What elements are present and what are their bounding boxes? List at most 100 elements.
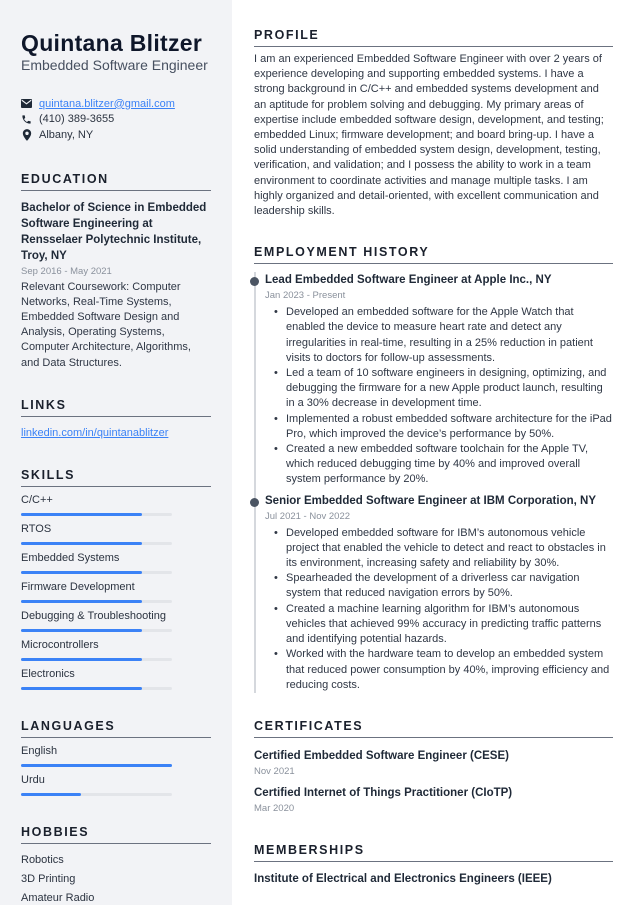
hobbies-heading: HOBBIES [21, 825, 211, 844]
candidate-name: Quintana Blitzer [21, 30, 203, 56]
certificate-title: Certified Embedded Software Engineer (CE… [254, 749, 509, 762]
education-degree: Bachelor of Science in Embedded Software… [21, 201, 207, 262]
profile-summary: I am an experienced Embedded Software En… [254, 53, 604, 218]
skill-label: Debugging & Troubleshooting [21, 609, 166, 622]
skill-level-bar [21, 570, 172, 574]
languages-list: English Urdu [21, 738, 211, 796]
map-pin-icon [21, 128, 32, 141]
skill-level-bar [21, 657, 172, 661]
skill-level-fill [21, 512, 142, 516]
timeline-dot-icon [250, 277, 259, 287]
skill-item: Electronics [21, 661, 211, 690]
education-section: EDUCATION Bachelor of Science in Embedde… [21, 172, 211, 371]
education-dates: Sep 2016 - May 2021 [21, 265, 112, 277]
job-bullet: Implemented a robust embedded software a… [274, 412, 613, 442]
linkedin-link[interactable]: linkedin.com/in/quintanablitzer [21, 427, 211, 439]
sidebar: Quintana Blitzer Embedded Software Engin… [0, 0, 232, 905]
certificate-item: Certified Internet of Things Practitione… [254, 785, 613, 816]
skill-level-bar [21, 599, 172, 603]
skill-label: C/C++ [21, 493, 53, 506]
contact-email: quintana.blitzer@gmail.com [21, 96, 211, 112]
languages-section: LANGUAGES English Urdu [21, 719, 211, 796]
candidate-title: Embedded Software Engineer [21, 57, 208, 73]
language-item: Urdu [21, 767, 211, 796]
skill-level-bar [21, 628, 172, 632]
hobby-item: Robotics [21, 853, 64, 866]
job-dates: Jul 2021 - Nov 2022 [265, 510, 351, 522]
job-dates: Jan 2023 - Present [265, 290, 346, 302]
main-content: PROFILE I am an experienced Embedded Sof… [232, 0, 640, 905]
skill-item: Microcontrollers [21, 632, 211, 661]
education-description: Relevant Coursework: Computer Networks, … [21, 280, 191, 369]
skills-section: SKILLS C/C++ RTOS Embedded Systems Firmware… [21, 468, 211, 690]
skill-item: Firmware Development [21, 574, 211, 603]
languages-heading: LANGUAGES [21, 719, 211, 738]
language-level-fill [21, 763, 172, 767]
skill-label: Electronics [21, 667, 75, 680]
hobby-item: Amateur Radio [21, 891, 95, 904]
skill-label: RTOS [21, 522, 52, 535]
skill-level-bar [21, 541, 172, 545]
skills-list: C/C++ RTOS Embedded Systems Firmware Develo… [21, 487, 211, 690]
skill-label: Firmware Development [21, 580, 135, 593]
job-title: Senior Embedded Software Engineer at IBM… [265, 494, 596, 507]
email-link[interactable]: quintana.blitzer@gmail.com [39, 98, 175, 110]
links-heading: LINKS [21, 398, 211, 417]
skill-label: Microcontrollers [21, 638, 99, 651]
language-level-bar [21, 763, 172, 767]
profile-heading: PROFILE [254, 28, 613, 47]
certificates-section: CERTIFICATES Certified Embedded Software… [254, 719, 613, 816]
profile-section: PROFILE I am an experienced Embedded Sof… [254, 28, 613, 219]
phone-icon [21, 114, 32, 125]
certificate-title: Certified Internet of Things Practitione… [254, 786, 513, 799]
membership-item: Institute of Electrical and Electronics … [254, 872, 552, 885]
skill-level-bar [21, 512, 172, 516]
skill-item: RTOS [21, 516, 211, 545]
job-bullets: Developed embedded software for IBM’s au… [265, 526, 613, 693]
language-label: Urdu [21, 773, 45, 786]
location-text: Albany, NY [39, 128, 94, 141]
skill-level-fill [21, 599, 142, 603]
education-heading: EDUCATION [21, 172, 211, 191]
envelope-icon [21, 98, 32, 109]
employment-section: EMPLOYMENT HISTORY Lead Embedded Softwar… [250, 245, 613, 693]
skill-level-bar [21, 686, 172, 690]
job-bullet: Worked with the hardware team to develop… [274, 647, 613, 693]
employment-timeline: Lead Embedded Software Engineer at Apple… [250, 272, 613, 693]
job-title: Lead Embedded Software Engineer at Apple… [265, 274, 552, 287]
certificate-item: Certified Embedded Software Engineer (CE… [254, 748, 613, 779]
skill-label: Embedded Systems [21, 551, 120, 564]
contact-list: quintana.blitzer@gmail.com (410) 389-365… [21, 96, 211, 143]
language-level-bar [21, 792, 172, 796]
certificates-heading: CERTIFICATES [254, 719, 613, 738]
skill-item: Embedded Systems [21, 545, 211, 574]
timeline-line [254, 272, 256, 693]
certificate-date: Nov 2021 [254, 765, 295, 777]
job-entry: Lead Embedded Software Engineer at Apple… [250, 272, 613, 487]
links-section: LINKS linkedin.com/in/quintanablitzer [21, 398, 211, 439]
skill-level-fill [21, 541, 142, 545]
job-bullets: Developed an embedded software for the A… [265, 305, 613, 487]
job-bullet: Created a new embedded software toolchai… [274, 442, 613, 488]
skill-level-fill [21, 686, 142, 690]
job-entry: Senior Embedded Software Engineer at IBM… [250, 493, 613, 693]
skill-level-fill [21, 657, 142, 661]
contact-phone: (410) 389-3655 [21, 112, 211, 128]
employment-heading: EMPLOYMENT HISTORY [254, 245, 613, 265]
contact-location: Albany, NY [21, 127, 211, 143]
language-item: English [21, 738, 211, 767]
phone-number: (410) 389-3655 [39, 113, 115, 126]
skill-level-fill [21, 628, 142, 632]
language-label: English [21, 744, 58, 757]
job-bullet: Created a machine learning algorithm for… [274, 602, 613, 648]
skills-heading: SKILLS [21, 468, 211, 487]
language-level-fill [21, 792, 82, 796]
skill-item: C/C++ [21, 487, 211, 516]
memberships-section: MEMBERSHIPS Institute of Electrical and … [254, 843, 613, 887]
hobby-item: 3D Printing [21, 872, 76, 885]
job-bullet: Led a team of 10 software engineers in d… [274, 366, 613, 412]
hobbies-list: Robotics 3D Printing Amateur Radio [21, 851, 211, 905]
certificate-date: Mar 2020 [254, 802, 295, 814]
job-bullet: Developed embedded software for IBM’s au… [274, 526, 613, 572]
job-bullet: Developed an embedded software for the A… [274, 305, 613, 366]
